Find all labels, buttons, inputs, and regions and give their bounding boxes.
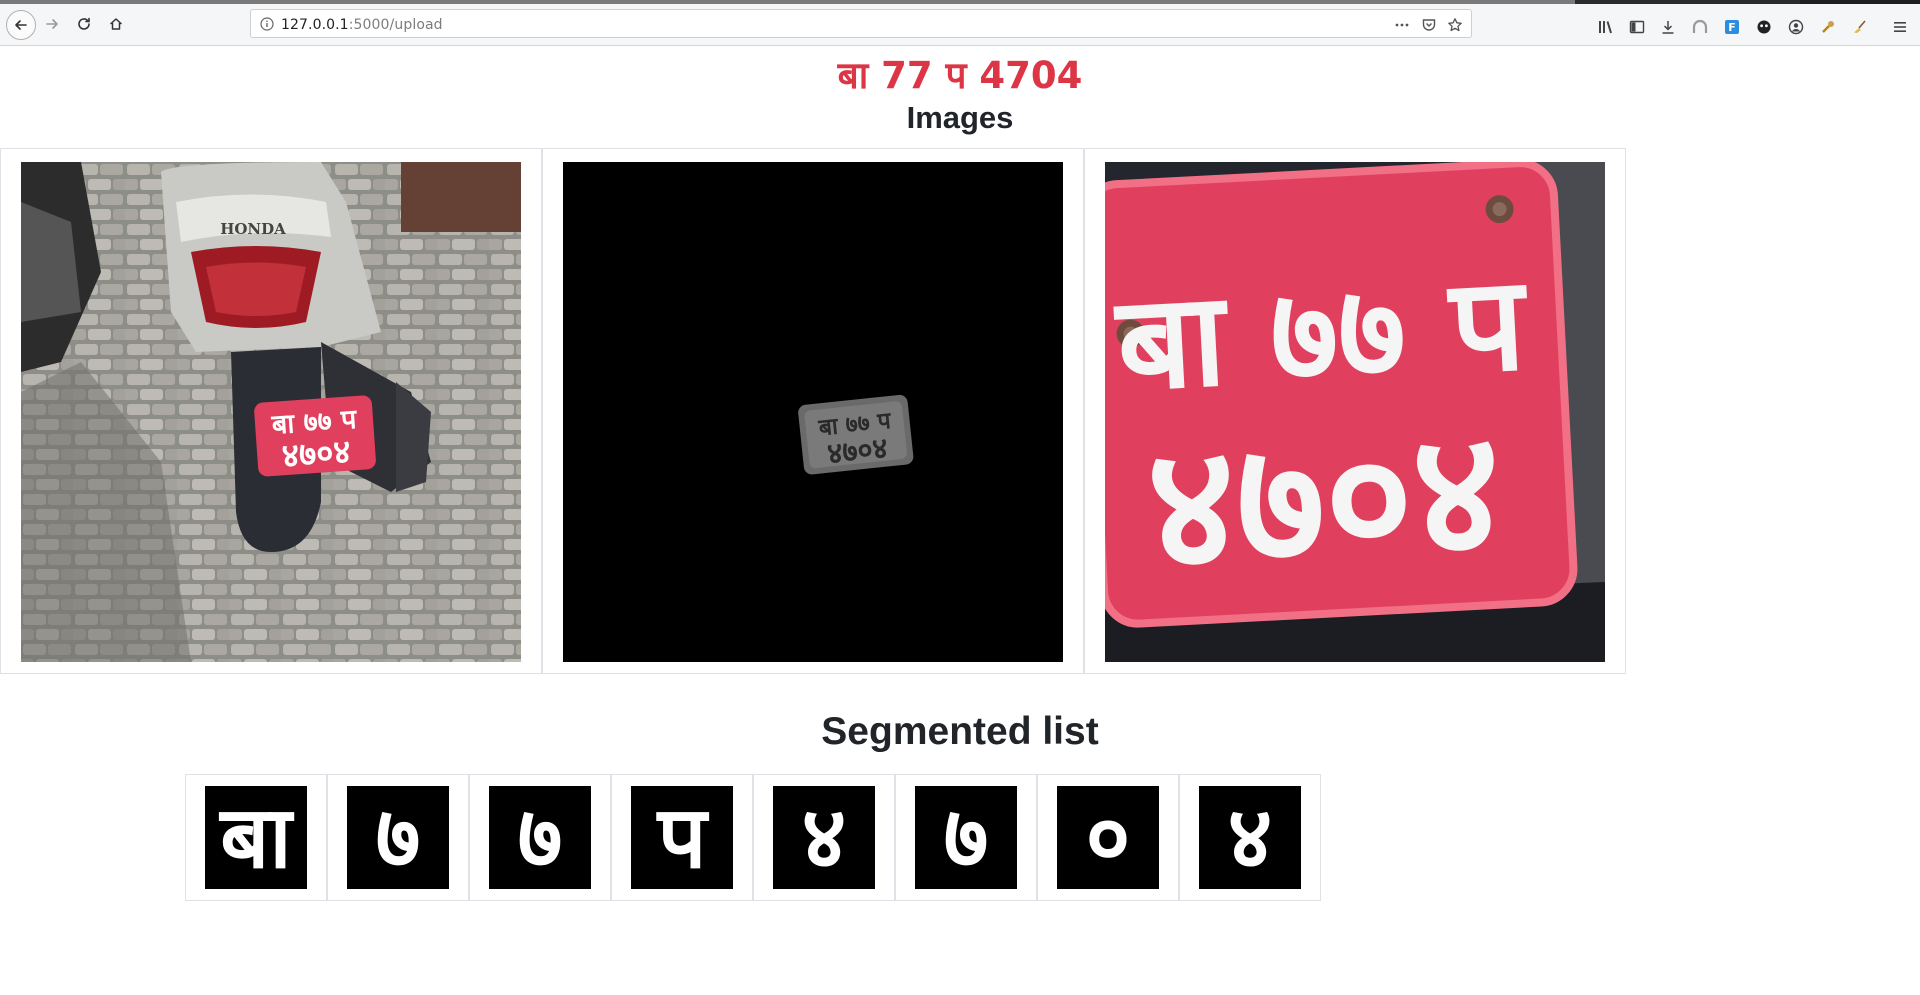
segment-char: प xyxy=(657,787,707,888)
address-bar[interactable]: 127.0.0.1:5000/upload xyxy=(250,9,1472,38)
segmented-list-heading: Segmented list xyxy=(821,710,1099,753)
segment-cell: ४ xyxy=(1179,774,1321,901)
svg-text:F: F xyxy=(1728,21,1736,34)
segment-char: ७ xyxy=(375,787,421,888)
account-icon[interactable] xyxy=(1786,17,1806,37)
images-heading: Images xyxy=(906,100,1014,135)
page-content: बा 77 प 4704 Images HONDA बा ७७ प ४७०४ ब… xyxy=(0,46,1920,995)
forward-button[interactable] xyxy=(38,10,66,38)
home-button[interactable] xyxy=(102,10,130,38)
segment-cell: ४ xyxy=(753,774,895,901)
home-icon xyxy=(109,18,123,30)
segment-cell: बा xyxy=(185,774,327,901)
menu-hamburger-icon[interactable] xyxy=(1890,17,1910,37)
image-card-crop: बा ७७ प ४७०४ xyxy=(1084,148,1626,674)
image-card-mask: बा ७७ प ४७०४ xyxy=(542,148,1084,674)
broom-icon[interactable] xyxy=(1850,17,1870,37)
bookmark-star-icon[interactable] xyxy=(1446,16,1464,34)
segment-char: ४ xyxy=(1227,787,1273,888)
reload-button[interactable] xyxy=(70,10,98,38)
arrow-left-icon xyxy=(15,20,27,30)
extension-f-icon[interactable]: F xyxy=(1722,17,1742,37)
crop-plate-line2: ४७०४ xyxy=(1143,393,1506,609)
segment-cell: ७ xyxy=(327,774,469,901)
back-button[interactable] xyxy=(6,10,36,40)
sidebar-icon[interactable] xyxy=(1627,17,1647,37)
mask-plate-line2: ४७०४ xyxy=(826,431,890,471)
segment-cell: प xyxy=(611,774,753,901)
url-text[interactable]: 127.0.0.1:5000/upload xyxy=(281,17,443,33)
original-photo-image: HONDA बा ७७ प ४७०४ xyxy=(21,162,521,662)
segment-char: बा xyxy=(220,787,292,888)
arrow-right-icon xyxy=(46,19,58,29)
download-icon[interactable] xyxy=(1658,17,1678,37)
extension-mask-icon[interactable] xyxy=(1754,17,1774,37)
reload-icon xyxy=(78,17,90,30)
segment-cell: ० xyxy=(1037,774,1179,901)
browser-toolbar: 127.0.0.1:5000/upload F xyxy=(0,4,1920,46)
tools-wrench-icon[interactable] xyxy=(1818,17,1838,37)
plate-result-text: बा 77 प 4704 xyxy=(837,54,1083,97)
pocket-icon[interactable] xyxy=(1420,16,1438,34)
segment-char: ७ xyxy=(517,787,563,888)
segment-cell: ७ xyxy=(469,774,611,901)
masked-plate-image: बा ७७ प ४७०४ xyxy=(563,162,1063,662)
honda-logo: HONDA xyxy=(220,220,286,238)
site-info-icon[interactable] xyxy=(259,16,275,32)
extension-ghost-icon[interactable] xyxy=(1690,17,1710,37)
image-card-original: HONDA बा ७७ प ४७०४ xyxy=(0,148,542,674)
segment-char: ४ xyxy=(801,787,847,888)
library-icon[interactable] xyxy=(1597,17,1617,37)
cropped-plate-image: बा ७७ प ४७०४ xyxy=(1105,162,1605,662)
segment-char: ७ xyxy=(943,787,989,888)
url-host: 127.0.0.1 xyxy=(281,17,349,33)
segment-cell: ७ xyxy=(895,774,1037,901)
page-actions-icon[interactable] xyxy=(1393,16,1411,34)
segment-char: ० xyxy=(1085,787,1131,888)
photo-plate-line2: ४७०४ xyxy=(281,432,352,476)
url-path: :5000/upload xyxy=(348,17,443,33)
